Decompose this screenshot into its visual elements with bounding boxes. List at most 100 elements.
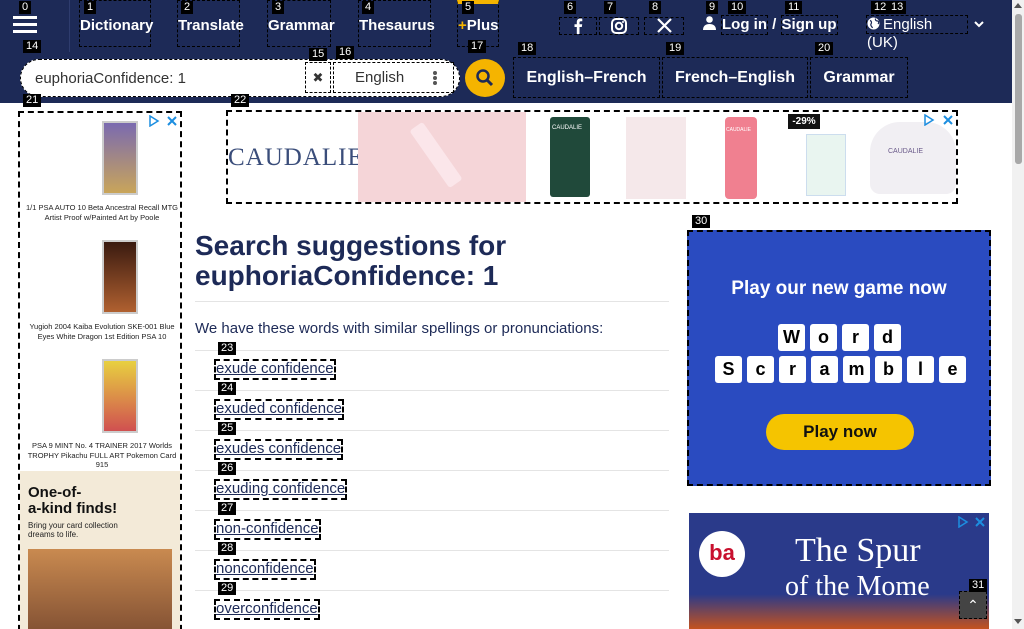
list-item: non-confidence: [195, 511, 669, 551]
dictionary-label: English: [355, 69, 405, 86]
suggestion-link[interactable]: non-confidence: [214, 519, 321, 540]
mark-badge: 7: [604, 1, 617, 14]
product-jar: CAUDALIE: [870, 122, 956, 194]
instagram-button[interactable]: [599, 17, 639, 35]
product-label: CAUDALIE: [726, 127, 752, 133]
tab-english-french[interactable]: English–French: [513, 57, 660, 98]
mark-badge: 31: [969, 579, 988, 592]
letter-tile: a: [811, 356, 838, 383]
suggestion-link[interactable]: exuding confidence: [214, 479, 348, 500]
mark-badge: 17: [468, 40, 487, 53]
mark-badge: 21: [23, 94, 42, 107]
close-icon: [943, 115, 953, 125]
list-item: exuding confidence: [195, 471, 669, 511]
top-navbar: Dictionary Translate Grammar Thesaurus +…: [0, 0, 1012, 52]
letter-tile: l: [907, 356, 934, 383]
tab-french-english[interactable]: French–English: [662, 57, 808, 98]
mark-badge: 0: [19, 1, 32, 14]
mark-badge: 29: [218, 582, 237, 595]
card-image: [102, 240, 138, 314]
scramble-tiles-row: S c r a m b l e: [715, 356, 967, 384]
product-label: CAUDALIE: [552, 125, 583, 131]
play-now-button[interactable]: Play now: [766, 414, 914, 450]
mark-badge: 28: [218, 542, 237, 555]
tab-grammar[interactable]: Grammar: [810, 57, 908, 98]
card-caption: PSA 9 MINT No. 4 TRAINER 2017 Worlds TRO…: [27, 441, 177, 469]
mark-badge: 8: [649, 1, 662, 14]
list-item: exude confidence: [195, 351, 669, 391]
page-title: Search suggestions for euphoriaConfidenc…: [195, 231, 506, 291]
globe-icon: [867, 17, 880, 30]
facebook-button[interactable]: [559, 17, 597, 35]
product-box: [806, 134, 846, 196]
suggestion-link[interactable]: overconfidence: [214, 599, 320, 620]
product-tube: CAUDALIE: [725, 117, 757, 199]
brand-logo: ba: [699, 531, 745, 577]
game-ad-heading: Play our new game now: [731, 278, 947, 299]
back-to-top-button[interactable]: ⌃: [959, 591, 987, 619]
suggestion-link[interactable]: exuded confidence: [214, 399, 344, 420]
mark-badge: 26: [218, 462, 237, 475]
mark-badge: 9: [706, 1, 719, 14]
mark-badge: 3: [272, 1, 285, 14]
mark-badge: 2: [181, 1, 194, 14]
mark-badge: 22: [231, 94, 250, 107]
promo-subtitle: Bring your card collection dreams to lif…: [28, 521, 118, 539]
scrollbar-thumb[interactable]: [1015, 14, 1022, 164]
letter-tile: o: [810, 324, 837, 351]
card-caption: Yugioh 2004 Kaiba Evolution SKE-001 Blue…: [29, 322, 175, 341]
search-bar: ✖ English English–French French–English …: [0, 52, 1012, 103]
suggestion-link[interactable]: exudes confidence: [214, 439, 344, 460]
letter-tile: W: [778, 324, 805, 351]
x-button[interactable]: [644, 17, 684, 35]
search-button[interactable]: [465, 59, 505, 97]
search-input[interactable]: [35, 60, 315, 96]
top-banner-ad[interactable]: CAUDALIE CAUDALIE CAUDALIE -29% CAUDALIE: [226, 110, 958, 204]
mark-badge: 1: [84, 1, 97, 14]
letter-tile: e: [939, 356, 966, 383]
clear-search-button[interactable]: ✖: [305, 62, 331, 93]
letter-tile: d: [874, 324, 901, 351]
signup-link[interactable]: Sign up: [780, 15, 838, 35]
dictionary-select[interactable]: English: [333, 62, 454, 93]
ad-headline-line: of the Mome: [785, 571, 930, 602]
more-vertical-icon: [433, 71, 437, 85]
promo-photo: [28, 549, 172, 629]
mark-badge: 10: [728, 1, 747, 14]
mark-badge: 27: [218, 502, 237, 515]
page-scrollbar[interactable]: [1012, 0, 1024, 629]
letter-tile: c: [747, 356, 774, 383]
chevron-down-icon: [974, 21, 984, 28]
heading-prefix: Search suggestions for: [195, 230, 507, 261]
mark-badge: 14: [23, 40, 42, 53]
mark-badge: 23: [218, 342, 237, 355]
ad-headline: The Spur of the Mome: [785, 532, 930, 605]
letter-tile: b: [875, 356, 902, 383]
card-image: [102, 121, 138, 195]
plus-label: Plus: [466, 17, 499, 34]
ad-headline-line: The Spur: [795, 532, 921, 569]
mark-badge: 11: [785, 1, 803, 14]
suggestion-link[interactable]: nonconfidence: [214, 559, 316, 580]
login-link[interactable]: Log in: [721, 15, 768, 35]
product-photo: [358, 112, 526, 202]
mark-badge: 24: [218, 382, 237, 395]
scroll-up-arrow-icon[interactable]: [1014, 3, 1022, 8]
list-item: exuded confidence: [195, 391, 669, 431]
travel-ad[interactable]: ba The Spur of the Mome: [689, 513, 989, 629]
product-shape: [409, 121, 463, 189]
user-icon: [703, 16, 716, 30]
divider: [195, 301, 669, 302]
list-item: exudes confidence: [195, 431, 669, 471]
suggestions-intro: We have these words with similar spellin…: [195, 320, 604, 337]
promo-title: One-of- a-kind finds!: [28, 485, 117, 517]
mark-badge: 19: [666, 42, 685, 55]
mark-badge: 15: [309, 48, 328, 61]
heading-query: euphoriaConfidence: 1: [195, 260, 499, 291]
scroll-down-arrow-icon[interactable]: [1014, 619, 1022, 624]
language-select[interactable]: English (UK): [866, 15, 968, 51]
promo-line: a-kind finds!: [28, 500, 118, 517]
left-ad[interactable]: 1/1 PSA AUTO 10 Beta Ancestral Recall MT…: [18, 111, 182, 629]
suggestion-link[interactable]: exude confidence: [214, 359, 336, 380]
game-ad[interactable]: Play our new game now W o r d S c r a m …: [687, 230, 991, 486]
